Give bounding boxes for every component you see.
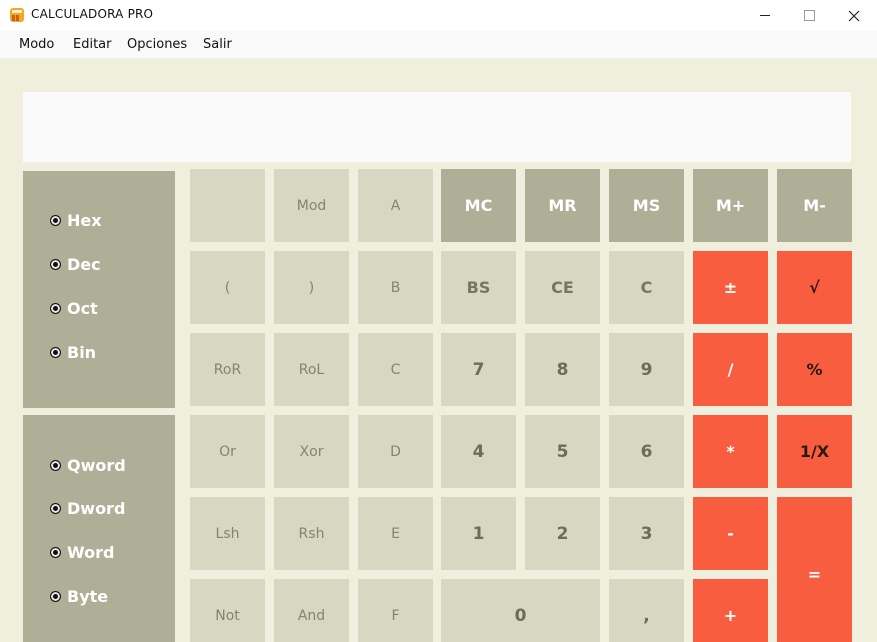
decimal-separator-key[interactable]: , [609,579,684,642]
digit-9-key[interactable]: 9 [609,333,684,406]
radio-label: Bin [67,342,97,362]
menu-modo[interactable]: Modo [19,37,54,52]
close-button[interactable] [831,0,877,31]
right-shift-key[interactable]: Rsh [274,497,349,570]
clear-entry-key[interactable]: CE [525,251,600,324]
digit-6-key[interactable]: 6 [609,415,684,488]
mod-key[interactable]: Mod [274,169,349,242]
radio-hex[interactable]: Hex [50,209,102,231]
radio-label: Dword [67,498,126,518]
minimize-icon [760,15,770,16]
or-key[interactable]: Or [190,415,265,488]
calculator-window: CALCULADORA PRO Modo Editar Opciones Sal… [0,0,877,642]
divide-key[interactable]: / [693,333,768,406]
not-key[interactable]: Not [190,579,265,642]
radio-qword[interactable]: Qword [50,454,126,476]
radio-dot-icon [50,590,61,602]
reciprocal-key[interactable]: 1/X [777,415,852,488]
digit-0-key[interactable]: 0 [441,579,600,642]
close-icon [848,10,860,21]
maximize-icon [803,10,815,21]
radio-label: Oct [67,298,98,318]
radio-dec[interactable]: Dec [50,253,101,275]
maximize-button[interactable] [786,0,832,31]
add-key[interactable]: + [693,579,768,642]
radio-label: Word [67,542,115,562]
radio-label: Byte [67,586,109,606]
radio-dot-icon [50,258,61,270]
digit-3-key[interactable]: 3 [609,497,684,570]
radio-dot-icon [50,214,61,226]
radio-dot-icon [50,502,61,514]
radio-word[interactable]: Word [50,541,114,563]
hex-f-key[interactable]: F [358,579,433,642]
backspace-key[interactable]: BS [441,251,516,324]
radio-dword[interactable]: Dword [50,497,125,519]
word-size-panel: Qword Dword Word Byte [23,415,175,642]
rotate-left-key[interactable]: RoL [274,333,349,406]
radio-dot-icon [50,546,61,558]
hex-e-key[interactable]: E [358,497,433,570]
equals-key[interactable]: = [777,497,852,642]
number-base-panel: Hex Dec Oct Bin [23,171,175,408]
open-paren-key[interactable]: ( [190,251,265,324]
digit-7-key[interactable]: 7 [441,333,516,406]
digit-8-key[interactable]: 8 [525,333,600,406]
window-title: CALCULADORA PRO [31,7,154,21]
clear-key[interactable]: C [609,251,684,324]
calculator-app-icon [10,8,24,22]
radio-dot-icon [50,459,61,471]
hex-a-key[interactable]: A [358,169,433,242]
radio-dot-icon [50,346,61,358]
menu-opciones[interactable]: Opciones [127,37,187,52]
memory-subtract-key[interactable]: M- [777,169,852,242]
menu-bar: Modo Editar Opciones Salir [0,31,877,59]
radio-label: Dec [67,254,101,274]
calculator-display [23,92,851,162]
radio-label: Qword [67,455,126,475]
hex-c-key[interactable]: C [358,333,433,406]
rotate-right-key[interactable]: RoR [190,333,265,406]
minimize-button[interactable] [742,0,788,31]
memory-store-key[interactable]: MS [609,169,684,242]
xor-key[interactable]: Xor [274,415,349,488]
memory-add-key[interactable]: M+ [693,169,768,242]
blank-key[interactable] [190,169,265,242]
menu-salir[interactable]: Salir [203,37,232,52]
digit-1-key[interactable]: 1 [441,497,516,570]
digit-5-key[interactable]: 5 [525,415,600,488]
title-bar[interactable]: CALCULADORA PRO [0,0,877,31]
left-shift-key[interactable]: Lsh [190,497,265,570]
menu-editar[interactable]: Editar [73,37,112,52]
hex-d-key[interactable]: D [358,415,433,488]
close-paren-key[interactable]: ) [274,251,349,324]
hex-b-key[interactable]: B [358,251,433,324]
percent-key[interactable]: % [777,333,852,406]
digit-2-key[interactable]: 2 [525,497,600,570]
radio-oct[interactable]: Oct [50,297,98,319]
multiply-key[interactable]: * [693,415,768,488]
and-key[interactable]: And [274,579,349,642]
subtract-key[interactable]: - [693,497,768,570]
radio-bin[interactable]: Bin [50,341,96,363]
radio-dot-icon [50,302,61,314]
radio-label: Hex [67,210,102,230]
digit-4-key[interactable]: 4 [441,415,516,488]
radio-byte[interactable]: Byte [50,585,108,607]
memory-clear-key[interactable]: MC [441,169,516,242]
negate-key[interactable]: ± [693,251,768,324]
square-root-key[interactable]: √ [777,251,852,324]
memory-recall-key[interactable]: MR [525,169,600,242]
